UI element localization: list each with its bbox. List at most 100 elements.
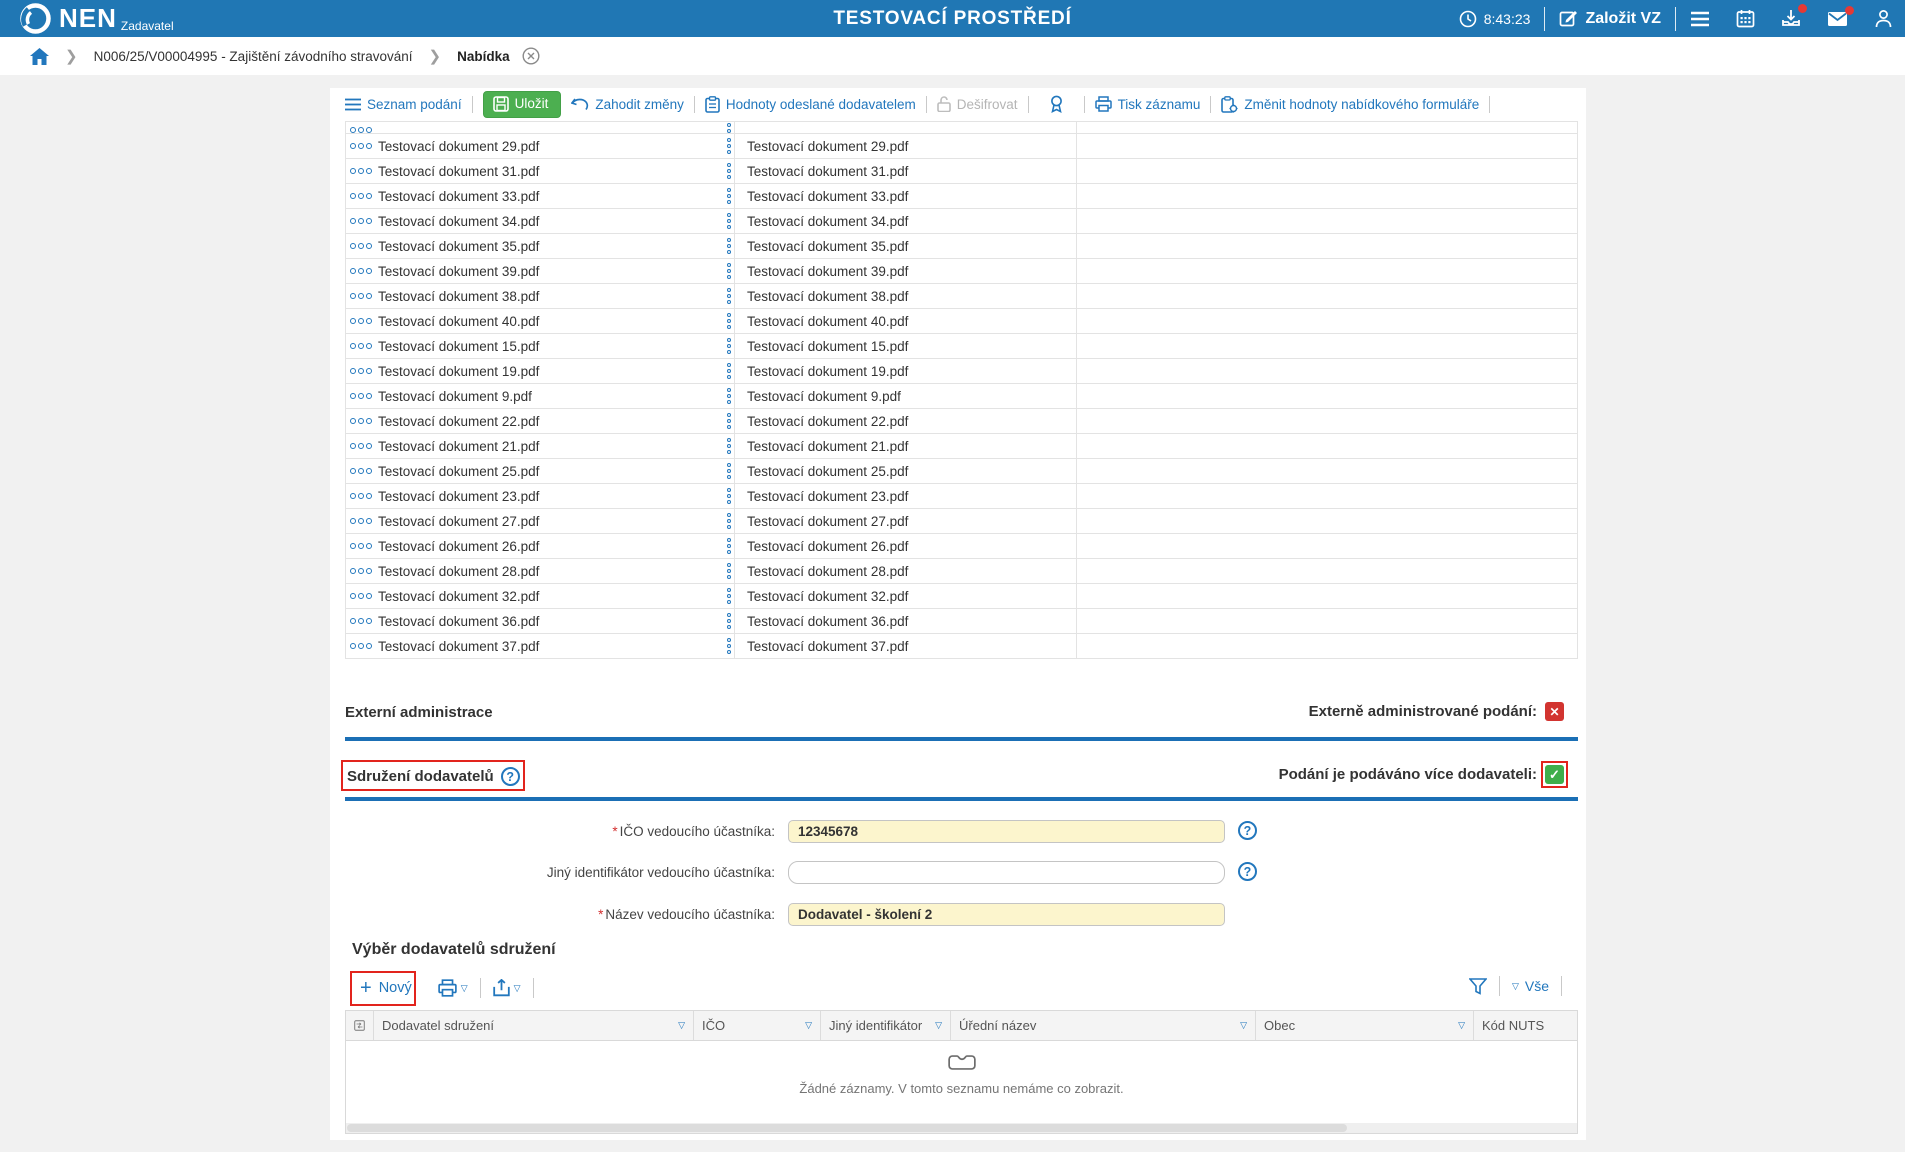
row-menu-icon[interactable]: [350, 243, 372, 249]
leader-name-field[interactable]: Dodavatel - školení 2: [788, 903, 1225, 926]
table-row-partial[interactable]: [346, 122, 1577, 134]
document-name-cell-2[interactable]: [734, 122, 1076, 133]
award-icon-button[interactable]: [1039, 95, 1074, 113]
close-tab-icon[interactable]: [522, 47, 540, 65]
document-name-cell-2[interactable]: Testovací dokument 25.pdf: [734, 459, 1076, 483]
row-menu-icon[interactable]: [350, 268, 372, 274]
table-row[interactable]: Testovací dokument 33.pdf Testovací doku…: [346, 184, 1577, 209]
drag-dots-icon[interactable]: [726, 312, 732, 330]
row-menu-icon[interactable]: [350, 293, 372, 299]
row-menu-icon[interactable]: [350, 393, 372, 399]
other-identifier-field[interactable]: [788, 861, 1225, 884]
breadcrumb-item-current[interactable]: Nabídka: [457, 49, 510, 64]
grid-column-header[interactable]: Dodavatel sdružení ▽: [374, 1011, 694, 1040]
drag-dots-icon[interactable]: [726, 512, 732, 530]
table-row[interactable]: Testovací dokument 21.pdf Testovací doku…: [346, 434, 1577, 459]
table-row[interactable]: Testovací dokument 32.pdf Testovací doku…: [346, 584, 1577, 609]
row-menu-icon[interactable]: [350, 543, 372, 549]
drag-dots-icon[interactable]: [726, 237, 732, 255]
drag-dots-icon[interactable]: [726, 362, 732, 380]
table-row[interactable]: Testovací dokument 40.pdf Testovací doku…: [346, 309, 1577, 334]
table-row[interactable]: Testovací dokument 39.pdf Testovací doku…: [346, 259, 1577, 284]
row-menu-icon[interactable]: [350, 618, 372, 624]
table-row[interactable]: Testovací dokument 34.pdf Testovací doku…: [346, 209, 1577, 234]
drag-dots-icon[interactable]: [726, 162, 732, 180]
document-name-cell[interactable]: Testovací dokument 35.pdf: [376, 234, 724, 258]
table-row[interactable]: Testovací dokument 19.pdf Testovací doku…: [346, 359, 1577, 384]
new-button[interactable]: + Nový: [360, 978, 412, 998]
table-row[interactable]: Testovací dokument 9.pdf Testovací dokum…: [346, 384, 1577, 409]
row-menu-icon[interactable]: [350, 143, 372, 149]
document-name-cell-2[interactable]: Testovací dokument 22.pdf: [734, 409, 1076, 433]
document-name-cell-2[interactable]: Testovací dokument 26.pdf: [734, 534, 1076, 558]
table-row[interactable]: Testovací dokument 26.pdf Testovací doku…: [346, 534, 1577, 559]
drag-dots-icon[interactable]: [726, 587, 732, 605]
document-name-cell[interactable]: Testovací dokument 28.pdf: [376, 559, 724, 583]
drag-dots-icon[interactable]: [726, 537, 732, 555]
checkbox-association-checked[interactable]: ✓: [1545, 765, 1564, 784]
export-dropdown-caret[interactable]: ▽: [514, 983, 521, 994]
menu-icon[interactable]: [1690, 11, 1710, 27]
table-row[interactable]: Testovací dokument 25.pdf Testovací doku…: [346, 459, 1577, 484]
drag-dots-icon[interactable]: [726, 412, 732, 430]
row-menu-icon[interactable]: [350, 318, 372, 324]
document-name-cell-2[interactable]: Testovací dokument 32.pdf: [734, 584, 1076, 608]
downloads-icon[interactable]: [1781, 4, 1807, 28]
document-name-cell[interactable]: Testovací dokument 27.pdf: [376, 509, 724, 533]
ico-field[interactable]: 12345678: [788, 820, 1225, 843]
drag-dots-icon[interactable]: [726, 137, 732, 155]
change-form-values-button[interactable]: Změnit hodnoty nabídkového formuláře: [1221, 95, 1479, 113]
drag-dots-icon[interactable]: [726, 337, 732, 355]
grid-column-header[interactable]: Jiný identifikátor ▽: [821, 1011, 951, 1040]
grid-column-header[interactable]: IČO ▽: [694, 1011, 821, 1040]
table-row[interactable]: Testovací dokument 37.pdf Testovací doku…: [346, 634, 1577, 659]
column-filter-caret[interactable]: ▽: [935, 1020, 942, 1031]
grid-column-header[interactable]: Úřední název ▽: [951, 1011, 1256, 1040]
document-name-cell[interactable]: Testovací dokument 25.pdf: [376, 459, 724, 483]
document-name-cell[interactable]: Testovací dokument 15.pdf: [376, 334, 724, 358]
document-name-cell[interactable]: Testovací dokument 22.pdf: [376, 409, 724, 433]
row-menu-icon[interactable]: [350, 518, 372, 524]
table-row[interactable]: Testovací dokument 27.pdf Testovací doku…: [346, 509, 1577, 534]
drag-dots-icon[interactable]: [726, 262, 732, 280]
checkbox-external-unchecked[interactable]: ✕: [1545, 702, 1564, 721]
drag-dots-icon[interactable]: [726, 212, 732, 230]
table-row[interactable]: Testovací dokument 35.pdf Testovací doku…: [346, 234, 1577, 259]
table-row[interactable]: Testovací dokument 36.pdf Testovací doku…: [346, 609, 1577, 634]
print-dropdown-caret[interactable]: ▽: [461, 983, 468, 994]
document-name-cell[interactable]: Testovací dokument 36.pdf: [376, 609, 724, 633]
table-row[interactable]: Testovací dokument 23.pdf Testovací doku…: [346, 484, 1577, 509]
document-name-cell-2[interactable]: Testovací dokument 33.pdf: [734, 184, 1076, 208]
row-menu-icon[interactable]: [350, 343, 372, 349]
document-name-cell[interactable]: Testovací dokument 21.pdf: [376, 434, 724, 458]
document-name-cell-2[interactable]: Testovací dokument 9.pdf: [734, 384, 1076, 408]
document-name-cell-2[interactable]: Testovací dokument 38.pdf: [734, 284, 1076, 308]
document-name-cell[interactable]: Testovací dokument 31.pdf: [376, 159, 724, 183]
document-name-cell[interactable]: Testovací dokument 39.pdf: [376, 259, 724, 283]
drag-dots-icon[interactable]: [726, 287, 732, 305]
document-name-cell-2[interactable]: Testovací dokument 40.pdf: [734, 309, 1076, 333]
document-name-cell[interactable]: Testovací dokument 9.pdf: [376, 384, 724, 408]
document-name-cell[interactable]: Testovací dokument 23.pdf: [376, 484, 724, 508]
row-menu-icon[interactable]: [350, 643, 372, 649]
drag-dots-icon[interactable]: [726, 637, 732, 655]
document-name-cell[interactable]: Testovací dokument 38.pdf: [376, 284, 724, 308]
row-menu-icon[interactable]: [350, 493, 372, 499]
all-filter-caret[interactable]: ▽: [1512, 981, 1519, 992]
document-name-cell-2[interactable]: Testovací dokument 35.pdf: [734, 234, 1076, 258]
document-name-cell-2[interactable]: Testovací dokument 28.pdf: [734, 559, 1076, 583]
filter-icon[interactable]: [1468, 977, 1487, 995]
print-record-button[interactable]: Tisk záznamu: [1094, 96, 1200, 112]
row-menu-icon[interactable]: [350, 468, 372, 474]
row-menu-icon[interactable]: [350, 193, 372, 199]
table-row[interactable]: Testovací dokument 29.pdf Testovací doku…: [346, 134, 1577, 159]
scrollbar-thumb[interactable]: [347, 1124, 1347, 1132]
column-filter-caret[interactable]: ▽: [1458, 1020, 1465, 1031]
column-filter-caret[interactable]: ▽: [1240, 1020, 1247, 1031]
row-menu-icon[interactable]: [350, 368, 372, 374]
drag-dots-icon[interactable]: [726, 122, 732, 133]
row-menu-icon[interactable]: [350, 593, 372, 599]
document-name-cell[interactable]: Testovací dokument 34.pdf: [376, 209, 724, 233]
breadcrumb-item-procurement[interactable]: N006/25/V00004995 - Zajištění závodního …: [94, 49, 413, 64]
document-name-cell[interactable]: Testovací dokument 19.pdf: [376, 359, 724, 383]
